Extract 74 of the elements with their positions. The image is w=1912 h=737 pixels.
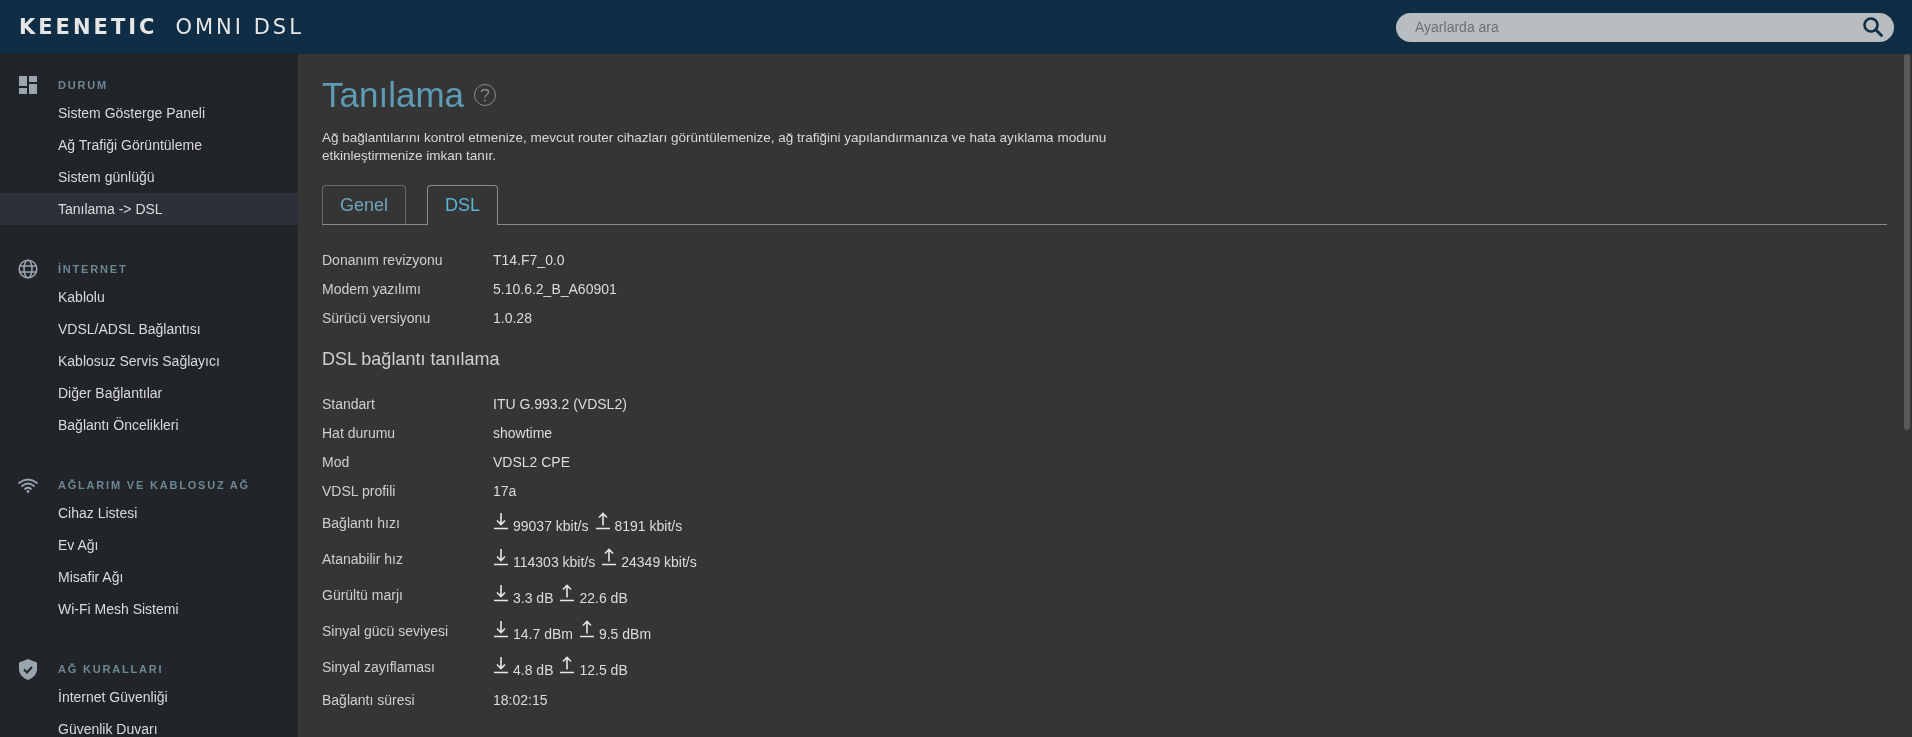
upstream-value: 22.6 dB: [579, 590, 628, 606]
field-label: Donanım revizyonu: [322, 251, 444, 268]
sidebar-item[interactable]: İnternet Güvenliği: [0, 681, 298, 713]
page-description: Ağ bağlantılarını kontrol etmenize, mevcut router cihazları görüntülemenize, ağ trafiğini yapılandırmanıza ve hata ayıklama modunu etkinleştirmenize imkan tanır.: [322, 129, 1108, 165]
sidebar-item[interactable]: Sistem günlüğü: [0, 161, 298, 193]
field-label: Modem yazılımı: [322, 280, 422, 297]
sidebar-item[interactable]: Diğer Bağlantılar: [0, 377, 298, 409]
up-arrow-icon: [594, 512, 611, 530]
upstream-value: 9.5 dBm: [598, 626, 652, 642]
sidebar-item[interactable]: VDSL/ADSL Bağlantısı: [0, 313, 298, 345]
sidebar-item[interactable]: Güvenlik Duvarı: [0, 713, 298, 737]
section-heading: DURUM: [58, 79, 108, 91]
field-label: Sinyal zayıflaması: [322, 659, 436, 675]
field-value: VDSL2 CPE: [493, 453, 571, 470]
downstream-value: 114303 kbit/s: [513, 554, 596, 570]
down-arrow-icon: [493, 584, 509, 602]
up-arrow-icon: [578, 620, 595, 638]
logo-brand: KEENETIC: [19, 15, 158, 39]
field-value: 5.10.6.2_B_A60901: [493, 280, 617, 297]
search-icon[interactable]: [1862, 15, 1884, 38]
shield-check-icon: [19, 658, 37, 680]
downstream-value: 3.3 dB: [513, 590, 554, 606]
field-value: showtime: [493, 424, 553, 441]
field-value: 18:02:15: [493, 691, 548, 708]
field-label: Gürültü marjı: [322, 587, 404, 603]
sidebar-item[interactable]: Tanılama -> DSL: [0, 193, 298, 225]
tab[interactable]: Genel: [322, 185, 407, 224]
field-value: T14.F7_0.0: [493, 251, 565, 268]
downstream-value: 99037 kbit/s: [513, 518, 589, 534]
downstream-value: 14.7 dBm: [513, 626, 573, 642]
field-label: Hat durumu: [322, 424, 397, 441]
field-label: Bağlantı hızı: [322, 515, 401, 531]
upstream-value: 8191 kbit/s: [614, 518, 683, 534]
field-label: VDSL profili: [322, 482, 397, 499]
wifi-icon: [18, 477, 38, 493]
globe-icon: [18, 259, 38, 279]
field-label: Bağlantı süresi: [322, 691, 416, 708]
sidebar-item[interactable]: Misafir Ağı: [0, 561, 298, 593]
section-heading: İNTERNET: [58, 263, 128, 275]
up-arrow-icon: [601, 548, 618, 566]
field-label: Mod: [322, 453, 351, 470]
field-label: Standart: [322, 395, 376, 412]
down-arrow-icon: [493, 548, 509, 566]
upstream-value: 24349 kbit/s: [621, 554, 697, 570]
page-title: Tanılama: [322, 75, 465, 115]
downstream-value: 4.8 dB: [513, 662, 554, 678]
sidebar-item[interactable]: Kablosuz Servis Sağlayıcı: [0, 345, 298, 377]
section-title: DSL bağlantı tanılama: [322, 348, 501, 371]
sidebar-item[interactable]: Bağlantı Öncelikleri: [0, 409, 298, 441]
field-value: 17a: [493, 482, 517, 499]
sidebar-item[interactable]: Cihaz Listesi: [0, 497, 298, 529]
search-field[interactable]: Ayarlarda ara: [1396, 12, 1894, 42]
logo-model: OMNI DSL: [175, 15, 304, 39]
sidebar-item[interactable]: Sistem Gösterge Paneli: [0, 97, 298, 129]
field-label: Sinyal gücü seviyesi: [322, 623, 450, 639]
field-value: ITU G.993.2 (VDSL2): [493, 395, 627, 412]
down-arrow-icon: [493, 656, 509, 674]
scrollbar-thumb[interactable]: [1904, 54, 1910, 430]
down-arrow-icon: [493, 620, 509, 638]
dashboard-icon: [19, 76, 37, 94]
field-label: Atanabilir hız: [322, 551, 404, 567]
up-arrow-icon: [559, 584, 576, 602]
field-label: Sürücü versiyonu: [322, 309, 432, 326]
down-arrow-icon: [493, 512, 509, 530]
sidebar-item[interactable]: Ev Ağı: [0, 529, 298, 561]
field-value: 1.0.28: [493, 309, 532, 326]
sidebar-item[interactable]: Ağ Trafiği Görüntüleme: [0, 129, 298, 161]
tab[interactable]: DSL: [427, 185, 499, 225]
sidebar-item[interactable]: Kablolu: [0, 281, 298, 313]
section-heading: AĞLARIM VE KABLOSUZ AĞ: [58, 479, 250, 491]
up-arrow-icon: [559, 656, 576, 674]
sidebar-item[interactable]: Wi-Fi Mesh Sistemi: [0, 593, 298, 625]
section-heading: AĞ KURALLARI: [58, 663, 164, 675]
upstream-value: 12.5 dB: [579, 662, 628, 678]
